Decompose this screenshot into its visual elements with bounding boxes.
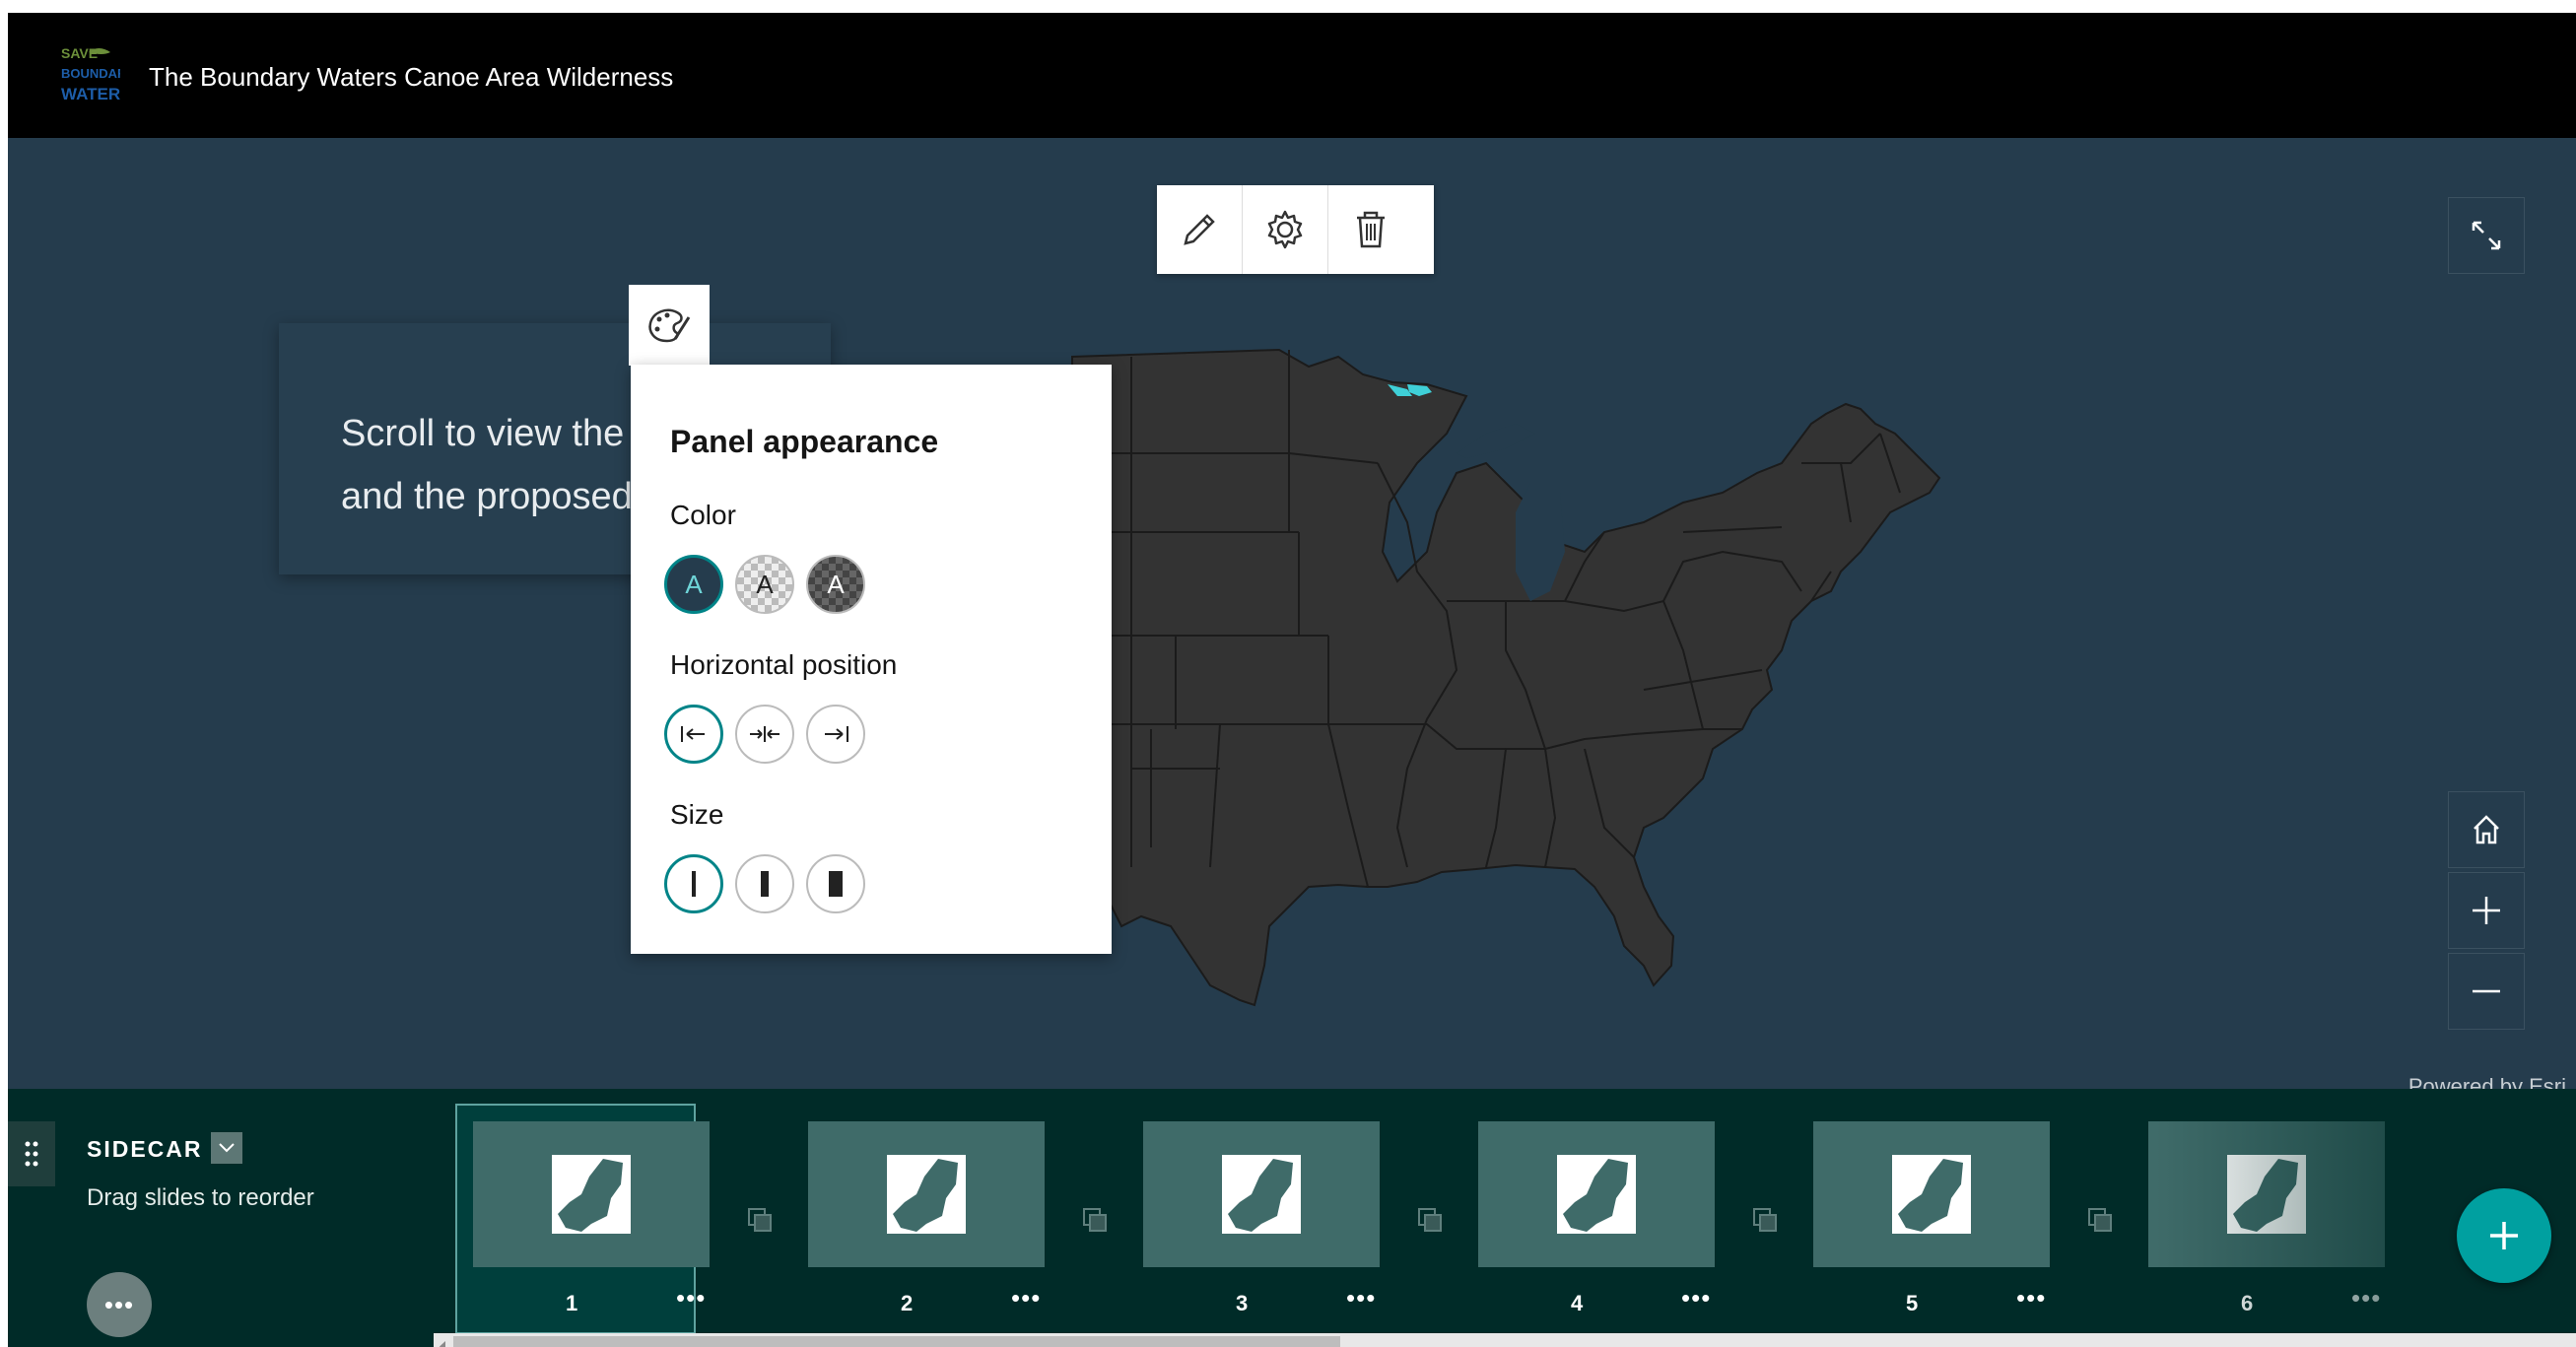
horizontal-position-options [664,705,865,764]
fullscreen-button[interactable] [2448,197,2525,274]
slide-thumbnail[interactable]: 2 ••• [792,1106,1045,1332]
panel-appearance-popover: Panel appearance Color A A A Horizontal … [631,365,1112,954]
window-top-strip [0,0,2576,13]
duplicate-icon[interactable] [2087,1207,2113,1233]
grip-icon [25,1141,38,1167]
position-left-button[interactable] [664,705,723,764]
block-edit-toolbar [1157,185,1434,274]
size-label: Size [670,799,724,830]
align-left-icon [681,726,705,742]
slide-menu-button[interactable]: ••• [2016,1283,2046,1313]
map-slide-icon [1892,1155,1971,1234]
slide-menu-button[interactable]: ••• [1011,1283,1041,1313]
story-title: The Boundary Waters Canoe Area Wildernes… [149,62,674,92]
color-option-light-transparent[interactable]: A [735,555,794,614]
slide-preview [473,1121,710,1267]
slide-thumbnail[interactable]: 5 ••• [1797,1106,2050,1332]
map-slide-icon [552,1155,631,1234]
delete-button[interactable] [1328,185,1413,274]
slide-number: 1 [566,1291,578,1315]
slide-preview [1813,1121,2050,1267]
more-dots-icon: ••• [103,1289,135,1319]
map-slide-icon [1222,1155,1301,1234]
svg-text:WATERS: WATERS [61,85,120,103]
size-large-button[interactable] [806,854,865,913]
sidecar-more-button[interactable]: ••• [87,1272,152,1337]
map-zoom-controls [2448,791,2525,1034]
duplicate-icon[interactable] [1752,1207,1778,1233]
sidecar-title: SIDECAR [87,1136,203,1162]
color-label: Color [670,500,736,530]
svg-text:BOUNDARY: BOUNDARY [61,66,120,81]
slide-menu-button[interactable]: ••• [1346,1283,1376,1313]
map-slide-icon [1557,1155,1636,1234]
zoom-out-button[interactable] [2448,953,2525,1030]
settings-button[interactable] [1243,185,1328,274]
palette-icon [648,308,691,343]
chevron-down-icon [219,1143,235,1153]
gear-icon [1267,210,1303,249]
scroll-left-arrow-icon[interactable] [436,1333,449,1347]
plus-icon [2473,897,2500,924]
sidecar-type-dropdown[interactable] [211,1132,242,1164]
slide-preview [1478,1121,1715,1267]
horizontal-position-label: Horizontal position [670,649,898,680]
save-boundary-waters-logo: SAVE BOUNDARY WATERS [59,42,135,109]
duplicate-icon[interactable] [747,1207,773,1233]
align-right-icon [825,726,848,742]
slide-number: 5 [1906,1291,1919,1315]
panel-appearance-title: Panel appearance [670,424,939,459]
pencil-icon [1184,214,1215,245]
zoom-in-button[interactable] [2448,872,2525,949]
size-medium-icon [761,871,769,897]
size-medium-button[interactable] [735,854,794,913]
slide-number: 4 [1571,1291,1584,1315]
duplicate-icon[interactable] [1417,1207,1443,1233]
edit-button[interactable] [1157,185,1243,274]
map-slide-icon [887,1155,966,1234]
home-button[interactable] [2448,791,2525,868]
color-option-dark[interactable]: A [664,555,723,614]
trash-icon [1357,211,1385,248]
size-large-icon [829,871,843,897]
slide-menu-button[interactable]: ••• [676,1283,706,1313]
story-builder: SAVE BOUNDARY WATERS The Boundary Waters… [8,13,2576,1347]
slide-thumbnail[interactable]: 4 ••• [1462,1106,1715,1332]
slide-preview [1143,1121,1380,1267]
home-icon [2474,815,2499,844]
sidecar-drag-handle[interactable] [8,1121,55,1186]
slide-strip-scrollbar[interactable] [434,1333,2576,1347]
svg-text:SAVE: SAVE [61,45,98,61]
color-option-dark-transparent[interactable]: A [806,555,865,614]
slide-thumbnail[interactable]: 1 ••• [455,1104,710,1334]
slide-thumbnail[interactable]: 3 ••• [1127,1106,1380,1332]
us-map [1071,348,1941,1007]
expand-icon [2472,221,2501,250]
align-center-icon [750,726,780,742]
size-small-icon [692,871,696,897]
minus-icon [2473,989,2500,993]
position-center-button[interactable] [735,705,794,764]
sidecar-subtitle: Drag slides to reorder [87,1184,314,1211]
slide-preview [808,1121,1045,1267]
size-options [664,854,865,913]
panel-appearance-button[interactable] [629,285,710,366]
slide-menu-button[interactable]: ••• [1681,1283,1711,1313]
duplicate-icon[interactable] [1082,1207,1108,1233]
add-slide-button[interactable] [2457,1188,2551,1283]
slide-number: 3 [1236,1291,1249,1315]
slide-number: 2 [901,1291,914,1315]
plus-icon [2490,1222,2518,1249]
app-header: SAVE BOUNDARY WATERS The Boundary Waters… [8,13,2576,138]
position-right-button[interactable] [806,705,865,764]
color-options: A A A [664,555,865,614]
size-small-button[interactable] [664,854,723,913]
map-view[interactable] [8,138,2576,1102]
scrollbar-thumb[interactable] [453,1336,1340,1347]
